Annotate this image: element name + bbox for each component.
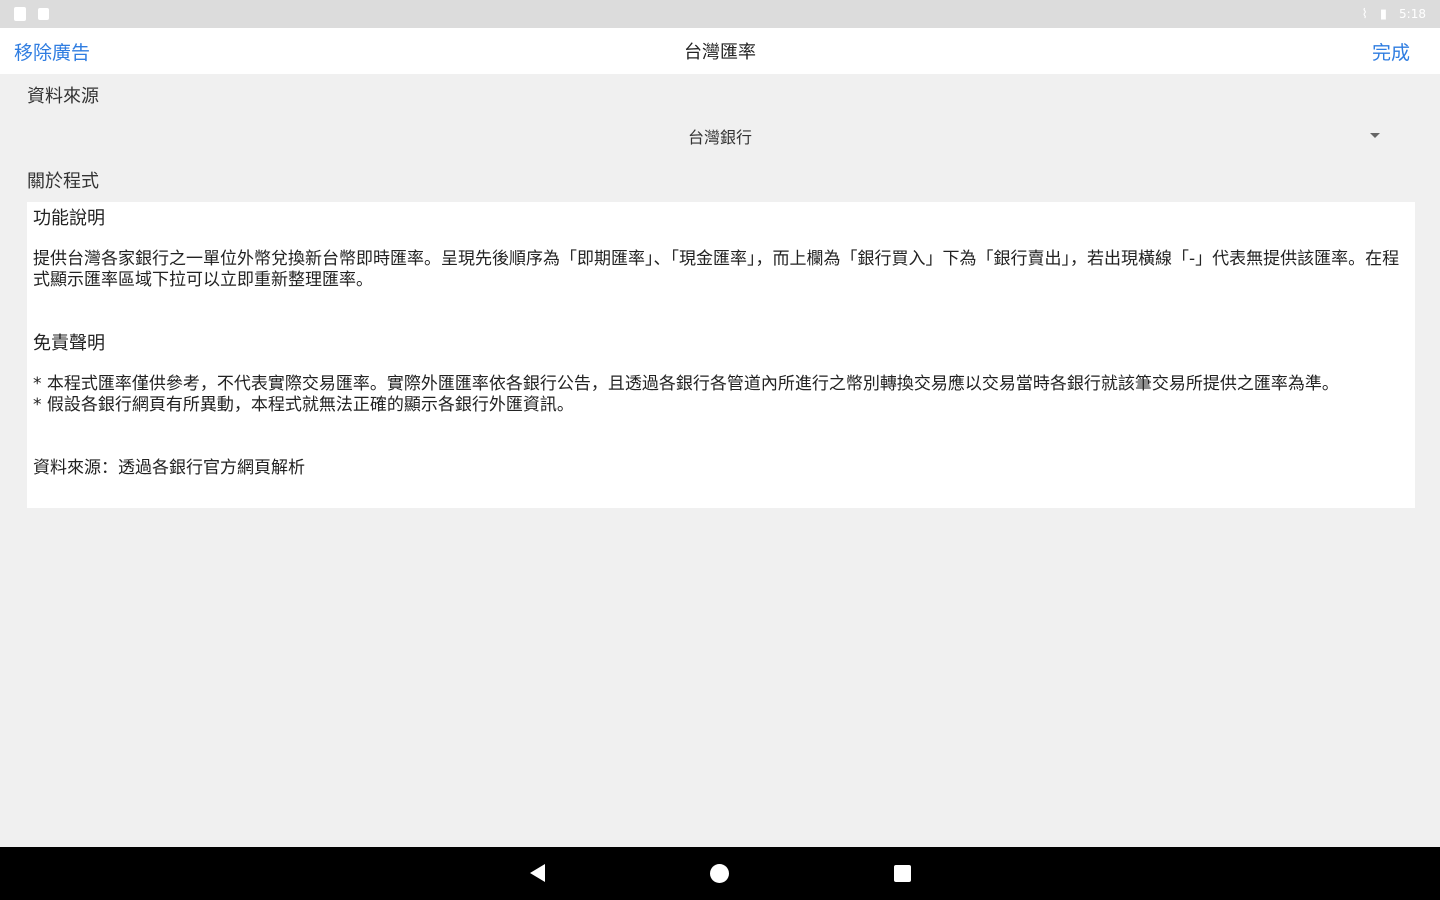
recent-apps-icon[interactable] (894, 865, 911, 882)
feature-text: 提供台灣各家銀行之一單位外幣兌換新台幣即時匯率。呈現先後順序為「即期匯率」、「現… (33, 249, 1400, 290)
home-icon[interactable] (710, 864, 729, 883)
data-source-label: 資料來源 (27, 86, 99, 107)
battery-icon: ▮ (1379, 6, 1388, 22)
status-bar-right: ⌇ ▮ 5:18 (1362, 7, 1426, 22)
source-note: 資料來源：透過各銀行官方網頁解析 (33, 458, 305, 478)
notification-icon (14, 7, 26, 21)
page-title: 台灣匯率 (684, 42, 756, 63)
back-icon[interactable] (530, 864, 545, 882)
disclaimer-item: * 假設各銀行網頁有所異動，本程式就無法正確的顯示各銀行外匯資訊。 (33, 395, 574, 415)
wifi-off-icon: ⌇ (1361, 6, 1368, 22)
remove-ads-button[interactable]: 移除廣告 (14, 38, 90, 65)
feature-title: 功能說明 (33, 208, 105, 229)
about-text-box: 功能說明 提供台灣各家銀行之一單位外幣兌換新台幣即時匯率。呈現先後順序為「即期匯… (27, 202, 1415, 508)
status-bar-left (14, 7, 49, 21)
notification-icon (38, 8, 49, 20)
about-label: 關於程式 (27, 171, 99, 192)
data-source-value: 台灣銀行 (687, 128, 752, 147)
status-time: 5:18 (1399, 7, 1426, 21)
done-button[interactable]: 完成 (1372, 38, 1410, 65)
disclaimer-title: 免責聲明 (33, 333, 105, 354)
disclaimer-item: * 本程式匯率僅供參考，不代表實際交易匯率。實際外匯匯率依各銀行公告，且透過各銀… (33, 374, 1339, 394)
data-source-dropdown[interactable]: 台灣銀行 (0, 116, 1440, 156)
status-bar: ⌇ ▮ 5:18 (0, 0, 1440, 28)
nav-bar: 移除廣告 台灣匯率 完成 (0, 28, 1440, 74)
dropdown-arrow-icon (1370, 133, 1380, 138)
system-nav-bar (0, 847, 1440, 900)
